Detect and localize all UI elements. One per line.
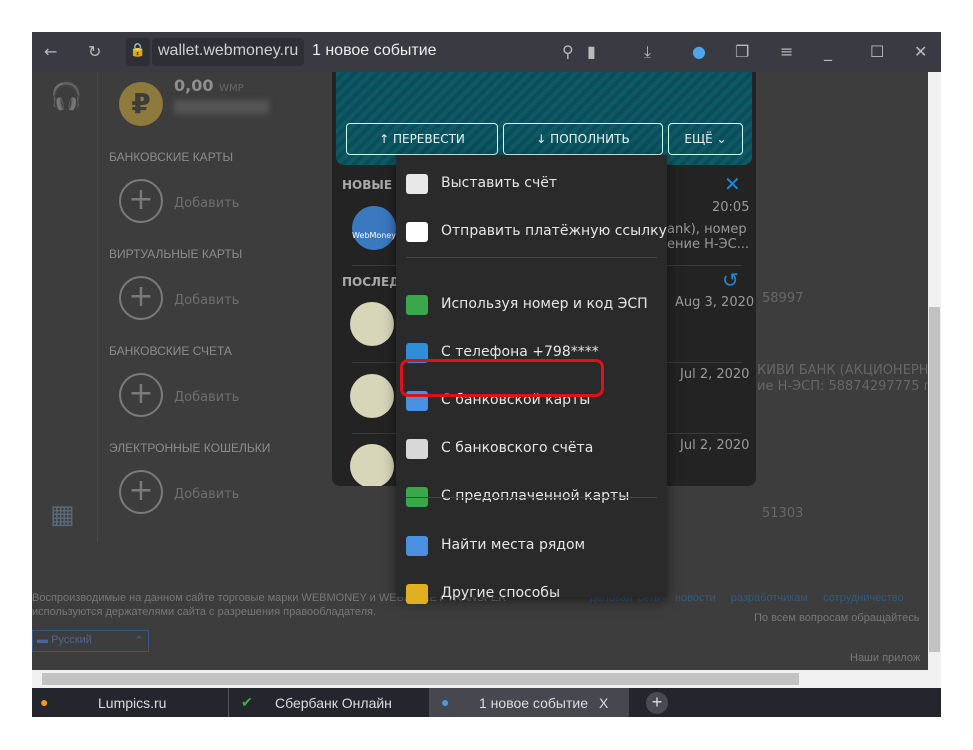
collections-icon[interactable]: ❐ [735,42,749,61]
menu-item[interactable]: Выставить счёт [396,160,667,208]
lock-icon[interactable]: 🔒 [126,38,150,66]
menu-item-label: Используя номер и код ЭСП [441,296,648,312]
close-icon[interactable]: ✕ [724,172,741,196]
browser-window: ← ↻ 🔒 wallet.webmoney.ru 1 новое событие… [32,32,941,717]
event-date: Jul 2, 2020 [680,438,750,453]
bg-text: 51303 [762,506,804,521]
add-link[interactable]: Добавить [174,487,239,502]
section-title: ВИРТУАЛЬНЫЕ КАРТЫ [109,247,243,261]
event-text: ение Н-ЭС... [667,237,750,252]
menu-item-label: С предоплаченной карты [441,488,630,504]
section-title: БАНКОВСКИЕ СЧЕТА [109,344,232,358]
top-up-button[interactable]: ↓ ПОПОЛНИТЬ [503,123,663,155]
voucher-icon [406,295,428,315]
footer-link[interactable]: разработчикам [731,592,808,604]
tab-bar: ● Lumpics.ru ✔ Сбербанк Онлайн ● 1 новое со… [32,688,941,717]
highlight-box [400,359,604,397]
location-icon[interactable]: ⚲ [562,42,574,61]
close-tab-icon[interactable]: X [599,695,608,711]
left-rail [32,72,98,542]
event-date: Jul 2, 2020 [680,367,750,382]
avatar [350,444,394,486]
bg-text: КИВИ БАНК (АКЦИОНЕРНОЕ [757,363,941,378]
ruble-icon: ₽ [119,82,163,126]
add-link[interactable]: Добавить [174,196,239,211]
legal-text: используются держателями сайта с разреше… [32,606,377,618]
menu-item-label: Выставить счёт [441,175,558,191]
contact-text: По всем вопросам обращайтесь [754,612,920,624]
download-icon[interactable]: ⤓ [644,42,651,62]
more-button[interactable]: ЕЩЁ ⌄ [668,123,743,155]
add-icon[interactable]: + [119,276,163,320]
menu-divider [406,497,657,498]
avatar [350,374,394,418]
tab-lumpics[interactable]: ● Lumpics.ru [32,688,227,717]
history-icon[interactable]: ↺ [722,268,739,292]
add-icon[interactable]: + [119,179,163,223]
minimize-icon[interactable]: _ [824,42,832,61]
folder-icon [406,584,428,604]
transfer-button[interactable]: ↑ ПЕРЕВЕСТИ [346,123,498,155]
event-date: Aug 3, 2020 [675,295,755,310]
language-select[interactable]: ▬ Русский ⌃ [32,630,149,652]
vertical-scrollbar[interactable] [928,72,941,670]
bookmark-icon[interactable]: ▮ [587,42,596,61]
section-title: БАНКОВСКИЕ КАРТЫ [109,150,234,164]
menu-item-label: Найти места рядом [441,537,586,553]
menu-icon[interactable]: ≡ [780,42,793,61]
add-link[interactable]: Добавить [174,390,239,405]
wallet-amount: 0,00 WMP [174,76,244,95]
menu-item-label: Отправить платёжную ссылку [441,223,667,239]
bank-icon [406,439,428,459]
page-title: 1 новое событие [312,42,437,59]
menu-item-label: С банковского счёта [441,440,594,456]
browser-toolbar: ← ↻ 🔒 wallet.webmoney.ru 1 новое событие… [32,32,941,72]
back-icon[interactable]: ← [44,42,57,61]
reload-icon[interactable]: ↻ [88,42,101,61]
recent-title: ПОСЛЕД [342,275,400,289]
support-icon[interactable]: 🎧 [50,82,82,112]
add-icon[interactable]: + [119,373,163,417]
map-icon [406,536,428,556]
menu-item[interactable]: Отправить платёжную ссылку [396,208,667,256]
webmoney-logo: WebMoney [352,206,396,250]
close-window-icon[interactable]: ✕ [914,42,927,61]
section-title: ЭЛЕКТРОННЫЕ КОШЕЛЬКИ [109,441,271,455]
tab-active[interactable]: ● 1 новое событие X [429,688,629,717]
horizontal-scrollbar[interactable] [32,670,941,688]
footer-link[interactable]: сотрудничество [823,592,904,604]
menu-item[interactable]: Другие способы [396,570,667,618]
maximize-icon[interactable]: ☐ [870,42,884,61]
invoice-icon [406,174,428,194]
menu-item-label: Другие способы [441,585,560,601]
add-icon[interactable]: + [119,470,163,514]
menu-item[interactable]: Используя номер и код ЭСП [396,281,667,329]
menu-divider [406,257,657,258]
sberbank-icon: ✔ [241,694,253,710]
bg-text: 58997 [762,291,804,306]
menu-item[interactable]: Найти места рядом [396,522,667,570]
new-tab-button[interactable]: + [646,692,668,714]
payment-link-icon [406,222,428,242]
wallet-card-banner: ↑ ПЕРЕВЕСТИ ↓ ПОПОЛНИТЬ ЕЩЁ ⌄ [336,72,752,165]
blurred-wallet-id [174,100,269,114]
avatar [350,302,394,346]
menu-item[interactable]: С банковского счёта [396,425,667,473]
address-bar[interactable]: wallet.webmoney.ru [152,38,305,66]
weather-icon[interactable]: ● [692,42,706,61]
lumpics-icon: ● [40,694,49,710]
event-time: 20:05 [712,200,750,215]
apps-icon[interactable]: ▦ [50,500,75,530]
footer-link[interactable]: новости [675,592,716,604]
event-text: ank), номер [667,222,747,237]
bg-text: ие Н-ЭСП: 58874297775 по за [757,379,941,394]
webmoney-tab-icon: ● [441,694,450,710]
apps-text: Наши прилож [850,652,921,664]
add-link[interactable]: Добавить [174,293,239,308]
tab-sberbank[interactable]: ✔ Сбербанк Онлайн [228,688,428,717]
menu-item-label: С телефона +798**** [441,344,599,360]
